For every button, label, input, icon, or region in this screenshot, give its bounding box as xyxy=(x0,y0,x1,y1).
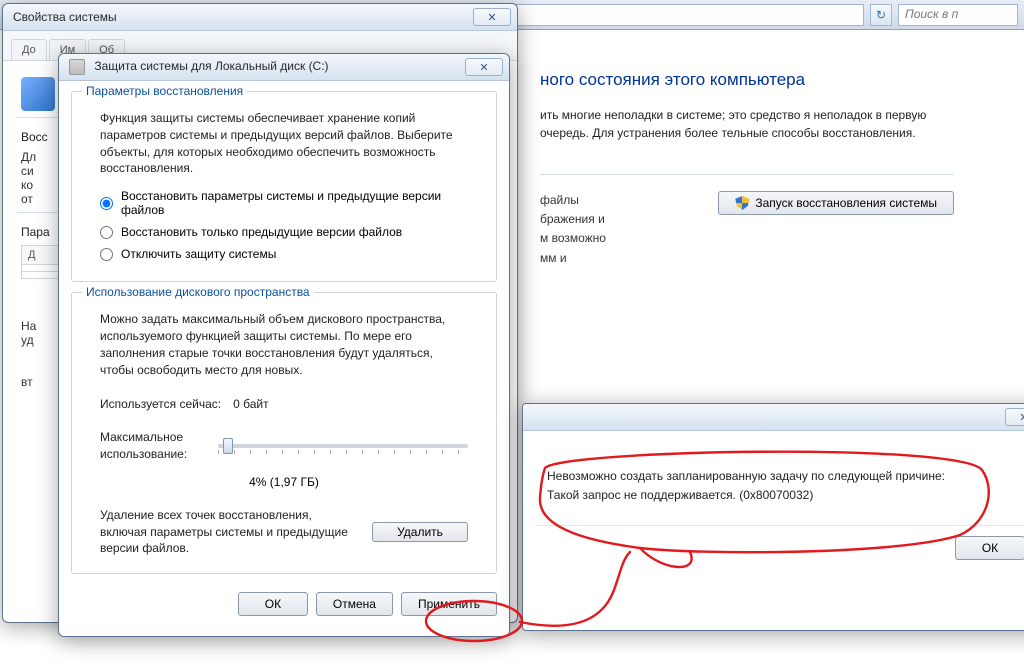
delete-button[interactable]: Удалить xyxy=(372,522,468,542)
max-usage-slider[interactable] xyxy=(218,444,468,448)
radio-input[interactable] xyxy=(100,226,113,239)
ok-button[interactable]: ОК xyxy=(238,592,308,616)
disk-usage-group-title: Использование дискового пространства xyxy=(82,285,314,299)
error-message-line1: Невозможно создать запланированную задач… xyxy=(547,467,1024,486)
restore-settings-desc: Функция защиты системы обеспечивает хран… xyxy=(86,106,482,181)
slider-thumb[interactable] xyxy=(223,438,233,454)
current-usage-label: Используется сейчас: xyxy=(100,396,221,413)
search-input[interactable]: Поиск в п xyxy=(898,4,1018,26)
system-protection-icon xyxy=(21,77,55,111)
protection-button-row: ОК Отмена Применить xyxy=(59,584,509,624)
error-titlebar[interactable]: ✕ xyxy=(523,404,1024,431)
drive-icon xyxy=(69,59,85,75)
start-system-restore-label: Запуск восстановления системы xyxy=(755,196,937,210)
shield-icon xyxy=(735,196,749,210)
radio-label: Восстановить только предыдущие версии фа… xyxy=(121,225,402,239)
page-title: ного состояния этого компьютера xyxy=(540,70,954,90)
disk-usage-desc: Можно задать максимальный объем дисковог… xyxy=(86,307,482,382)
error-dialog: ✕ Невозможно создать запланированную зад… xyxy=(522,403,1024,631)
max-usage-label: Максимальное использование: xyxy=(100,429,210,463)
error-message-line2: Такой запрос не поддерживается. (0x80070… xyxy=(547,486,1024,505)
protection-settings-dialog: Защита системы для Локальный диск (C:) ✕… xyxy=(58,53,510,637)
radio-label: Восстановить параметры системы и предыду… xyxy=(121,189,482,217)
tab-item[interactable]: До xyxy=(11,39,47,60)
delete-restore-points-desc: Удаление всех точек восстановления, вклю… xyxy=(100,507,356,557)
protection-titlebar[interactable]: Защита системы для Локальный диск (C:) ✕ xyxy=(59,54,509,81)
sysprops-title: Свойства системы xyxy=(13,10,473,24)
sysprops-titlebar[interactable]: Свойства системы ✕ xyxy=(3,4,517,31)
radio-label: Отключить защиту системы xyxy=(121,247,276,261)
radio-input[interactable] xyxy=(100,197,113,210)
ok-button[interactable]: ОК xyxy=(955,536,1024,560)
refresh-button[interactable]: ↻ xyxy=(870,4,892,26)
current-usage-value: 0 байт xyxy=(233,396,268,413)
restore-settings-group-title: Параметры восстановления xyxy=(82,84,247,98)
close-button[interactable]: ✕ xyxy=(1005,408,1024,426)
page-description: ить многие неполадки в системе; это сред… xyxy=(540,106,954,142)
start-system-restore-button[interactable]: Запуск восстановления системы xyxy=(718,191,954,215)
radio-restore-files-only[interactable]: Восстановить только предыдущие версии фа… xyxy=(100,225,482,239)
close-button[interactable]: ✕ xyxy=(473,8,511,26)
restore-settings-group: Параметры восстановления Функция защиты … xyxy=(71,91,497,282)
max-usage-value: 4% (1,97 ГБ) xyxy=(86,475,482,489)
radio-disable-protection[interactable]: Отключить защиту системы xyxy=(100,247,482,261)
disk-usage-group: Использование дискового пространства Мож… xyxy=(71,292,497,574)
cancel-button[interactable]: Отмена xyxy=(316,592,393,616)
radio-restore-all[interactable]: Восстановить параметры системы и предыду… xyxy=(100,189,482,217)
close-button[interactable]: ✕ xyxy=(465,58,503,76)
protection-title: Защита системы для Локальный диск (C:) xyxy=(69,59,465,75)
left-partial-text: файлы бражения и м возможно мм и xyxy=(540,191,606,268)
divider xyxy=(540,174,954,175)
protection-title-text: Защита системы для Локальный диск (C:) xyxy=(94,59,328,73)
radio-input[interactable] xyxy=(100,248,113,261)
apply-button[interactable]: Применить xyxy=(401,592,497,616)
